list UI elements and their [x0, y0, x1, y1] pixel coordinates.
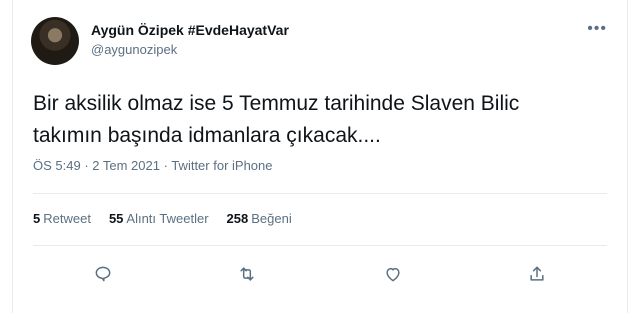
tweet-line-1: Bir aksilik olmaz ise 5 Temmuz tarihinde…: [33, 92, 520, 115]
likes-label: Beğeni: [251, 211, 292, 226]
avatar[interactable]: [31, 17, 79, 65]
divider: [33, 245, 607, 246]
share-icon[interactable]: [525, 262, 549, 286]
tweet-date[interactable]: 2 Tem 2021: [92, 158, 160, 173]
action-bar: [13, 262, 627, 286]
quotes-count: 55: [108, 211, 124, 226]
like-icon[interactable]: [381, 262, 405, 286]
more-horizontal-icon[interactable]: •••: [587, 20, 607, 38]
divider: [33, 193, 607, 194]
tweet-stats: 5 Retweet 55 Alıntı Tweetler 258 Beğeni: [33, 211, 292, 226]
tweet-meta: ÖS 5:49 · 2 Tem 2021 · Twitter for iPhon…: [33, 158, 272, 173]
retweets-count: 5: [33, 211, 41, 226]
tweet-time[interactable]: ÖS 5:49: [33, 158, 81, 173]
user-handle[interactable]: @aygunozipek: [91, 42, 177, 57]
retweet-icon[interactable]: [235, 262, 259, 286]
reply-icon[interactable]: [91, 262, 115, 286]
tweet-source[interactable]: Twitter for iPhone: [171, 158, 272, 173]
retweets-stat[interactable]: 5 Retweet: [33, 211, 91, 226]
tweet-line-2: takımın başında idmanlara çıkacak....: [33, 124, 381, 147]
tweet-text: Bir aksilik olmaz ise 5 Temmuz tarihinde…: [33, 88, 613, 152]
tweet-card: Aygün Özipek #EvdeHayatVar @aygunozipek …: [12, 0, 628, 313]
quotes-label: Alıntı Tweetler: [126, 211, 209, 226]
retweets-label: Retweet: [43, 211, 91, 226]
likes-stat[interactable]: 258 Beğeni: [227, 211, 292, 226]
display-name[interactable]: Aygün Özipek #EvdeHayatVar: [91, 22, 289, 38]
quotes-stat[interactable]: 55 Alıntı Tweetler: [109, 211, 209, 226]
likes-count: 258: [226, 211, 249, 226]
